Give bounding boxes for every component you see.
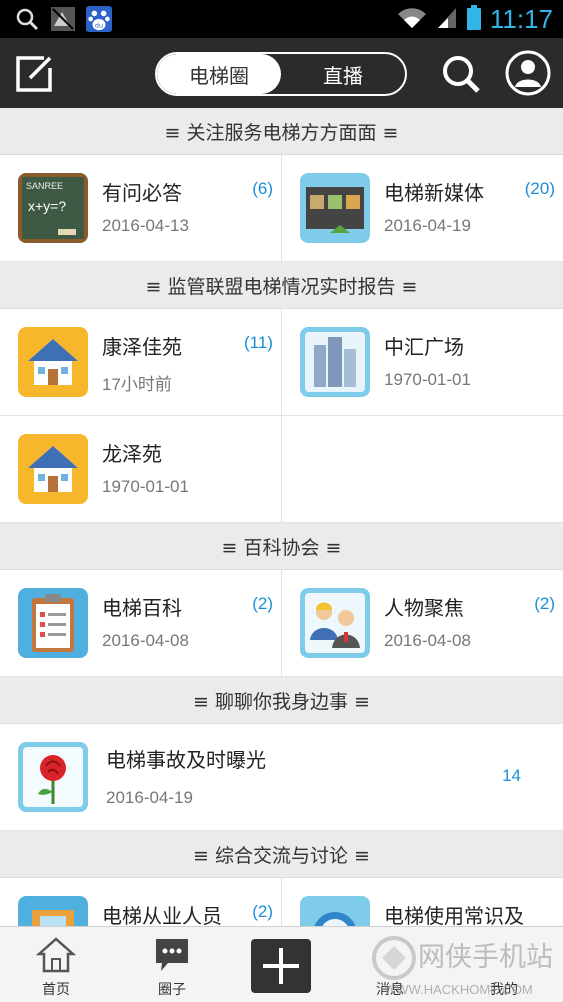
item-count: (2)	[252, 902, 273, 921]
svg-text:SANREE: SANREE	[26, 181, 63, 191]
house-icon	[18, 434, 88, 504]
list-item[interactable]: 中汇广场 1970-01-01	[281, 309, 563, 415]
nav-circle[interactable]: 圈子	[132, 927, 212, 1002]
status-bar: du 11:17	[0, 0, 563, 38]
item-date: 17小时前	[102, 375, 172, 394]
svg-text:WWW.HACKHOME.COM: WWW.HACKHOME.COM	[384, 982, 533, 997]
list-item[interactable]: 电梯百科 2016-04-08 (2)	[0, 570, 281, 676]
add-button[interactable]	[251, 939, 311, 993]
clipboard-icon	[18, 588, 88, 658]
item-title: 电梯事故及时曝光	[106, 748, 266, 772]
list-item[interactable]: 电梯从业人员 (2)	[0, 878, 281, 926]
grid-row: 龙泽苑 1970-01-01	[0, 416, 563, 523]
section-header: ≡ 百科协会 ≡	[0, 523, 563, 570]
signal-icon	[436, 6, 458, 34]
item-title: 电梯新媒体	[384, 181, 484, 205]
item-title: 龙泽苑	[102, 442, 162, 466]
tab-live[interactable]: 直播	[281, 54, 405, 94]
item-date: 1970-01-01	[102, 477, 189, 496]
grid-row: SANREE x+y=? 有问必答 2016-04-13 (6) 电梯新媒体 20…	[0, 155, 563, 262]
item-date: 2016-04-08	[102, 631, 189, 650]
svg-text:x+y=?: x+y=?	[28, 198, 66, 214]
add-icon	[263, 948, 299, 984]
item-date: 2016-04-13	[102, 216, 189, 235]
grid-row: 康泽佳苑 17小时前 (11) 中汇广场 1970-01-01	[0, 309, 563, 416]
grid-row: 电梯百科 2016-04-08 (2) 人物聚焦 2016-04-08 (2)	[0, 570, 563, 677]
item-date: 1970-01-01	[384, 370, 471, 389]
item-date: 2016-04-19	[384, 216, 471, 235]
item-title: 人物聚焦	[384, 596, 464, 620]
item-count: 14	[502, 766, 521, 785]
list-item[interactable]: 电梯使用常识及	[281, 878, 563, 926]
people-icon	[300, 588, 370, 658]
item-date: 2016-04-19	[106, 788, 193, 807]
empty-cell	[281, 416, 563, 522]
item-count: (2)	[252, 594, 273, 613]
item-count: (2)	[534, 594, 555, 613]
search-icon	[14, 6, 40, 32]
list-item[interactable]: 电梯事故及时曝光 2016-04-19 14	[0, 724, 563, 830]
item-title: 电梯百科	[102, 596, 182, 620]
list-item[interactable]: 康泽佳苑 17小时前 (11)	[0, 309, 281, 415]
worker-icon	[18, 896, 88, 926]
search-icon[interactable]	[440, 53, 482, 95]
status-time: 11:17	[489, 4, 553, 34]
blackboard-icon: SANREE x+y=?	[18, 173, 88, 243]
nav-home[interactable]: 首页	[16, 927, 96, 1002]
tab-elevator-circle[interactable]: 电梯圈	[157, 54, 281, 94]
watermark-logo: 网侠手机站 WWW.HACKHOME.COM	[370, 928, 563, 1002]
item-count: (6)	[252, 179, 273, 198]
item-count: (20)	[524, 179, 555, 198]
silent-icon	[50, 6, 76, 32]
section-header: ≡ 监管联盟电梯情况实时报告 ≡	[0, 262, 563, 309]
list-item[interactable]: 龙泽苑 1970-01-01	[0, 416, 281, 522]
item-title: 中汇广场	[384, 335, 464, 359]
globe-icon	[300, 896, 370, 926]
section-header: ≡ 综合交流与讨论 ≡	[0, 831, 563, 878]
grid-row: 电梯从业人员 (2) 电梯使用常识及	[0, 878, 563, 926]
svg-text:du: du	[95, 21, 103, 29]
section-header: ≡ 聊聊你我身边事 ≡	[0, 677, 563, 724]
item-title: 电梯从业人员	[102, 904, 222, 926]
item-title: 康泽佳苑	[102, 335, 182, 359]
building-icon	[300, 327, 370, 397]
nav-label: 圈子	[158, 982, 186, 998]
rose-icon	[18, 742, 88, 812]
top-app-bar: 电梯圈 直播	[0, 38, 563, 108]
item-title: 电梯使用常识及	[384, 904, 524, 926]
item-date: 2016-04-08	[384, 631, 471, 650]
item-count: (11)	[244, 333, 273, 352]
home-icon	[35, 935, 77, 975]
compose-icon[interactable]	[14, 54, 54, 94]
content-list[interactable]: ≡ 关注服务电梯方方面面 ≡ SANREE x+y=? 有问必答 2016-04-…	[0, 108, 563, 926]
battery-icon	[466, 4, 482, 35]
user-icon[interactable]	[505, 50, 551, 96]
section-header: ≡ 关注服务电梯方方面面 ≡	[0, 108, 563, 155]
wifi-icon	[396, 6, 428, 34]
nav-label: 首页	[42, 982, 70, 998]
list-item[interactable]: 电梯新媒体 2016-04-19 (20)	[281, 155, 563, 261]
list-item[interactable]: SANREE x+y=? 有问必答 2016-04-13 (6)	[0, 155, 281, 261]
grid-row: 电梯事故及时曝光 2016-04-19 14	[0, 724, 563, 831]
media-icon	[300, 173, 370, 243]
house-icon	[18, 327, 88, 397]
segmented-tabs: 电梯圈 直播	[155, 52, 407, 96]
list-item[interactable]: 人物聚焦 2016-04-08 (2)	[281, 570, 563, 676]
baidu-icon: du	[86, 6, 112, 32]
svg-text:网侠手机站: 网侠手机站	[418, 942, 553, 973]
item-title: 有问必答	[102, 181, 182, 205]
chat-icon	[152, 935, 192, 975]
